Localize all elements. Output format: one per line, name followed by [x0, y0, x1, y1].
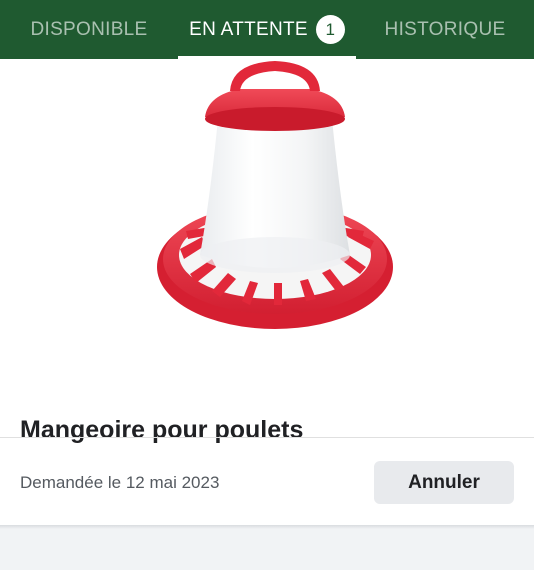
card-shadow — [0, 525, 534, 529]
product-title: Mangeoire pour poulets — [20, 416, 304, 444]
pending-count-badge: 1 — [315, 15, 345, 44]
cancel-button[interactable]: Annuler — [374, 461, 514, 504]
request-card: Mangeoire pour poulets Demandée le 12 ma… — [0, 59, 534, 525]
chicken-feeder-image — [157, 61, 393, 329]
tab-disponible[interactable]: DISPONIBLE — [0, 0, 178, 59]
tab-bar: DISPONIBLE EN ATTENTE 1 HISTORIQUE — [0, 0, 534, 59]
tab-historique[interactable]: HISTORIQUE — [356, 0, 534, 59]
card-divider — [0, 437, 534, 438]
requested-date-text: Demandée le 12 mai 2023 — [20, 473, 220, 492]
tab-en-attente[interactable]: EN ATTENTE 1 — [178, 0, 356, 59]
tab-disponible-label: DISPONIBLE — [30, 18, 148, 40]
tab-historique-label: HISTORIQUE — [384, 18, 506, 40]
tab-en-attente-label: EN ATTENTE — [189, 18, 308, 40]
